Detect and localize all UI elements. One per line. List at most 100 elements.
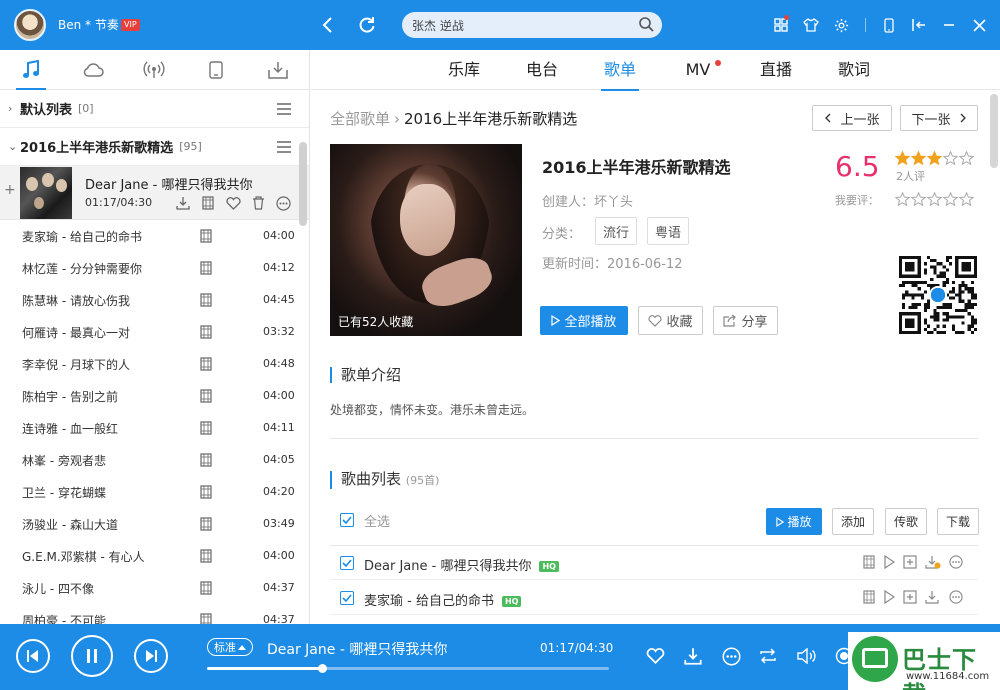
mv-icon[interactable] [200, 293, 212, 310]
sidebar-song-row[interactable]: 麦家瑜 - 给自己的命书 04:00 [0, 220, 309, 252]
list-play-button[interactable]: 播放 [766, 508, 822, 535]
breadcrumb-parent[interactable]: 全部歌单 [330, 110, 390, 128]
row-checkbox[interactable] [340, 556, 354, 570]
now-playing-row[interactable]: + Dear Jane - 哪裡只得我共你 01:17/04:30 [0, 166, 309, 220]
user-name[interactable]: Ben * 节奏 [58, 16, 119, 33]
tag-cantonese[interactable]: 粤语 [647, 217, 689, 245]
apps-button[interactable] [768, 14, 794, 36]
search-input[interactable] [412, 16, 627, 34]
progress-bar[interactable] [207, 664, 609, 673]
play-all-button[interactable]: 全部播放 [540, 306, 628, 335]
sidebar-song-row[interactable]: 陈慧琳 - 请放心伤我 04:45 [0, 284, 309, 316]
playlist-group-current[interactable]: ⌄ 2016上半年港乐新歌精选 [95] [0, 128, 309, 166]
tab-lyrics[interactable]: 歌词 [815, 50, 893, 90]
add-icon[interactable]: + [4, 182, 16, 198]
sidebar-song-row[interactable]: 泳儿 - 四不像 04:37 [0, 572, 309, 604]
search-icon[interactable] [638, 16, 654, 36]
mv-icon[interactable] [200, 453, 212, 470]
playlist-group-default[interactable]: › 默认列表 [0] [0, 90, 309, 128]
download-button[interactable] [681, 644, 705, 668]
share-button[interactable]: 分享 [713, 306, 778, 335]
my-rating-stars[interactable] [895, 192, 974, 206]
progress-handle[interactable] [317, 664, 327, 673]
mv-icon[interactable] [200, 517, 212, 534]
quality-selector[interactable]: 标准 [207, 638, 253, 656]
sidebar-song-row[interactable]: 何雁诗 - 最真心一对 03:32 [0, 316, 309, 348]
play-mode-button[interactable] [756, 644, 780, 668]
sidebar-song-row[interactable]: 林峯 - 旁观者悲 04:05 [0, 444, 309, 476]
menu-icon[interactable] [277, 103, 291, 119]
tab-downloads[interactable] [247, 50, 309, 89]
playlist-cover[interactable]: 已有52人收藏 [330, 144, 522, 336]
add-to-list-icon[interactable] [903, 590, 917, 608]
tab-cloud[interactable] [62, 50, 124, 89]
sidebar-song-row[interactable]: 李幸倪 - 月球下的人 04:48 [0, 348, 309, 380]
sidebar-song-row[interactable]: 连诗雅 - 血一般红 04:11 [0, 412, 309, 444]
tab-mv[interactable]: MV [659, 50, 737, 90]
sidebar-song-row[interactable]: G.E.M.邓紫棋 - 有心人 04:00 [0, 540, 309, 572]
mv-icon[interactable] [200, 229, 212, 246]
row-checkbox[interactable] [340, 591, 354, 605]
creator-name[interactable]: 坏丫头 [594, 195, 633, 210]
sidebar-scrollbar[interactable] [299, 142, 307, 226]
sidebar-song-row[interactable]: 陈柏宇 - 告别之前 04:00 [0, 380, 309, 412]
tag-pop[interactable]: 流行 [595, 217, 637, 245]
tab-library[interactable]: 乐库 [425, 50, 503, 90]
add-to-list-icon[interactable] [903, 555, 917, 573]
refresh-button[interactable] [354, 12, 380, 38]
tab-device[interactable] [185, 50, 247, 89]
tab-live[interactable]: 直播 [737, 50, 815, 90]
mv-icon[interactable] [200, 549, 212, 566]
previous-track-button[interactable] [16, 639, 50, 673]
play-icon[interactable] [883, 589, 896, 608]
delete-icon[interactable] [250, 195, 266, 211]
next-playlist-button[interactable]: 下一张 [900, 105, 978, 131]
mv-icon[interactable] [863, 555, 875, 573]
tab-radio[interactable] [124, 50, 186, 89]
next-track-button[interactable] [134, 639, 168, 673]
table-row[interactable]: 麦家瑜 - 给自己的命书 HQ [330, 581, 978, 615]
mv-icon[interactable] [863, 590, 875, 608]
download-icon[interactable] [175, 195, 191, 211]
mv-icon[interactable] [200, 325, 212, 342]
back-button[interactable] [314, 12, 340, 38]
detail-scrollbar[interactable] [990, 94, 998, 168]
tab-playlists[interactable]: 歌单 [581, 50, 659, 91]
play-icon[interactable] [883, 554, 896, 573]
user-avatar[interactable] [14, 9, 46, 41]
collect-button[interactable]: 收藏 [638, 306, 703, 335]
list-download-button[interactable]: 下载 [937, 508, 979, 535]
tab-radio[interactable]: 电台 [503, 50, 581, 90]
list-upload-button[interactable]: 传歌 [885, 508, 927, 535]
download-icon[interactable] [925, 555, 941, 573]
table-row[interactable]: Dear Jane - 哪裡只得我共你 HQ [330, 546, 978, 580]
download-icon[interactable] [925, 590, 941, 608]
sidebar-song-row[interactable]: 卫兰 - 穿花蝴蝶 04:20 [0, 476, 309, 508]
mv-icon[interactable] [200, 357, 212, 374]
mv-icon[interactable] [200, 421, 212, 438]
select-all-checkbox[interactable] [340, 513, 354, 527]
menu-icon[interactable] [277, 141, 291, 157]
mini-mode-button[interactable] [906, 14, 932, 36]
sidebar-song-row[interactable]: 林忆莲 - 分分钟需要你 04:12 [0, 252, 309, 284]
mv-icon[interactable] [200, 261, 212, 278]
close-button[interactable] [966, 14, 992, 36]
mobile-button[interactable] [876, 14, 902, 36]
like-button[interactable] [643, 644, 667, 668]
settings-button[interactable] [828, 14, 854, 36]
tab-local-music[interactable] [0, 50, 62, 90]
minimize-button[interactable] [936, 14, 962, 36]
mv-icon[interactable] [200, 485, 212, 502]
mv-icon[interactable] [200, 613, 212, 624]
more-icon[interactable] [949, 555, 963, 573]
heart-icon[interactable] [225, 195, 241, 211]
sidebar-song-row[interactable]: 周柏豪 - 不可能 04:37 [0, 604, 309, 624]
sidebar-song-row[interactable]: 汤骏业 - 森山大道 03:49 [0, 508, 309, 540]
list-add-button[interactable]: 添加 [832, 508, 874, 535]
volume-button[interactable] [795, 644, 819, 668]
pause-button[interactable] [71, 635, 113, 677]
skin-button[interactable] [798, 14, 824, 36]
prev-playlist-button[interactable]: 上一张 [812, 105, 892, 131]
mv-icon[interactable] [200, 389, 212, 406]
more-button[interactable] [719, 644, 743, 668]
